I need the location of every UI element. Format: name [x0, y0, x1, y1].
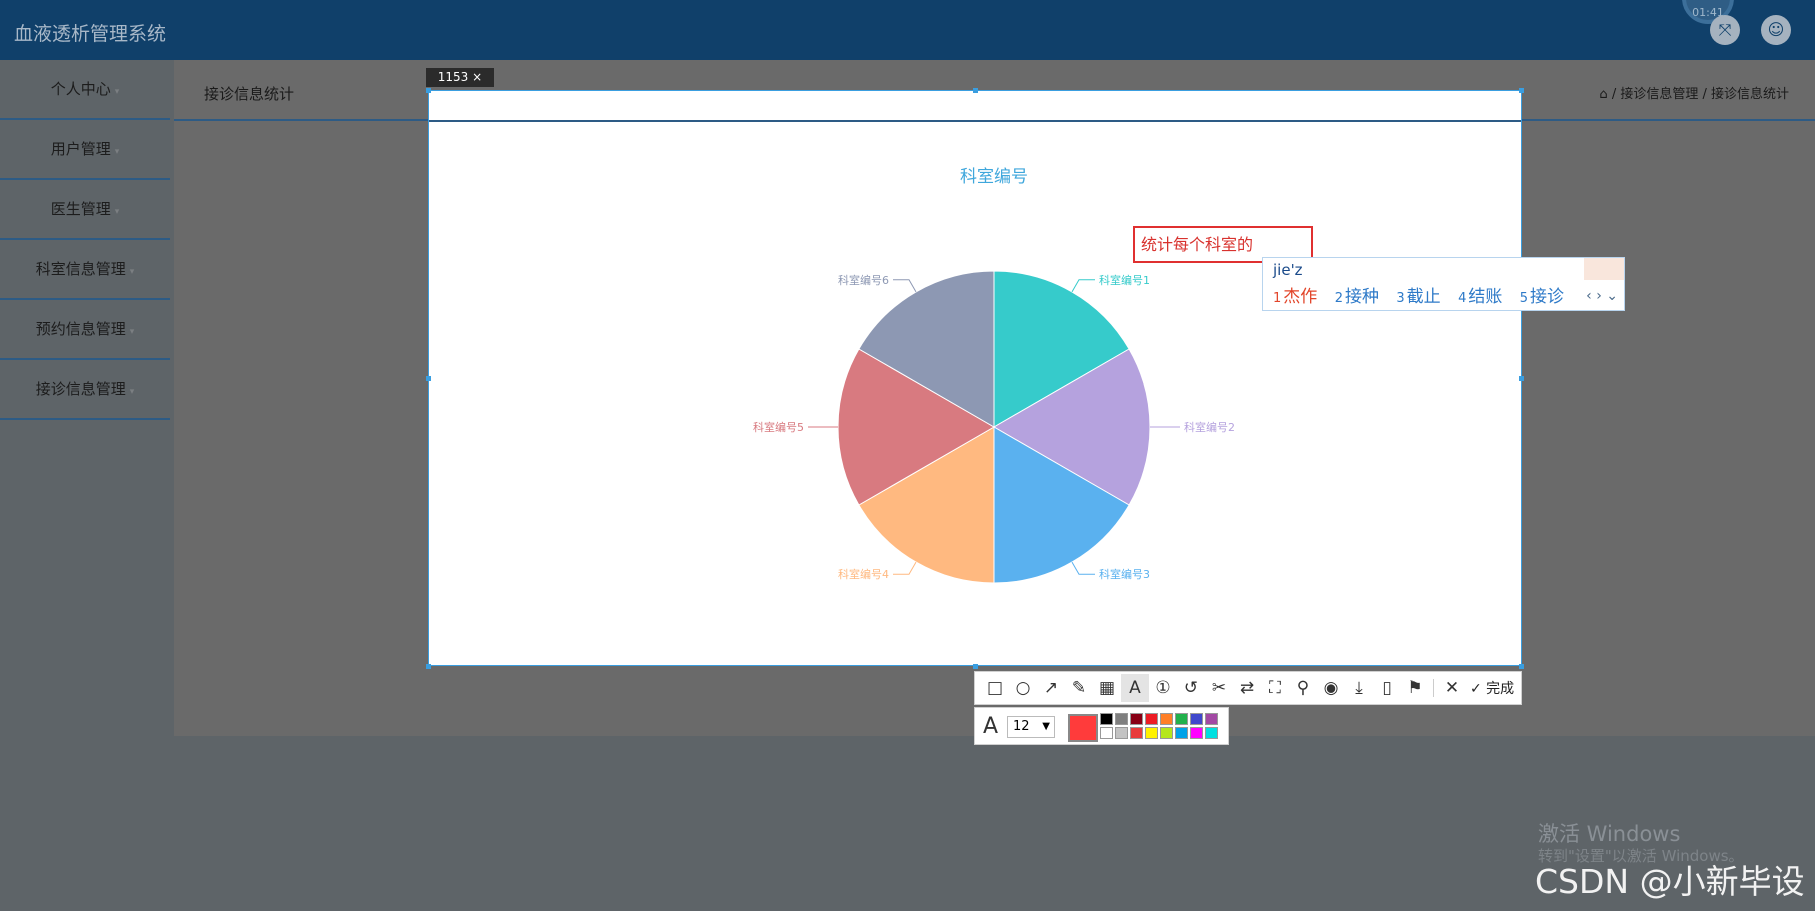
csdn-watermark: CSDN @小新毕设 — [1535, 862, 1805, 901]
breadcrumb-path[interactable]: / 接诊信息管理 / 接诊信息统计 — [1612, 87, 1789, 102]
color-swatch[interactable] — [1205, 713, 1218, 725]
color-swatch[interactable] — [1175, 713, 1188, 725]
pin-icon[interactable]: ⚲ — [1289, 674, 1317, 702]
sidebar-item-appointment-management[interactable]: 预约信息管理 ▾ — [0, 300, 170, 360]
resize-handle[interactable] — [426, 376, 431, 381]
chevron-down-icon: ▼ — [1042, 721, 1050, 732]
font-size-select[interactable]: 12 ▼ — [1007, 716, 1055, 738]
breadcrumb: ⌂ / 接诊信息管理 / 接诊信息统计 — [1599, 83, 1789, 102]
chart-title: 科室编号 — [960, 167, 1028, 187]
current-color-swatch[interactable] — [1068, 714, 1098, 742]
resize-handle[interactable] — [1519, 88, 1524, 93]
color-swatch[interactable] — [1100, 713, 1113, 725]
scissors-icon[interactable]: ✂ — [1205, 674, 1233, 702]
resize-handle[interactable] — [1519, 376, 1524, 381]
pie-label-line — [1071, 279, 1095, 293]
ime-pinyin-input: jie'z — [1273, 261, 1303, 279]
resize-handle[interactable] — [426, 664, 431, 669]
undo-icon[interactable]: ↺ — [1177, 674, 1205, 702]
ime-candidate[interactable]: 2 接种 — [1335, 287, 1379, 307]
pie-slice-label: 科室编号6 — [838, 273, 889, 287]
chevron-down-icon: ▾ — [129, 327, 135, 337]
color-swatch[interactable] — [1115, 727, 1128, 739]
color-swatch[interactable] — [1175, 727, 1188, 739]
top-header: 血液透析管理系统 01:41 ⤧ ☺ — [0, 0, 1815, 60]
pie-chart: 科室编号 科室编号1 科室编号2 科室编号3 科室编号4 科室编号5 科室编号6 — [753, 167, 1235, 584]
chevron-down-icon: ▾ — [114, 147, 120, 157]
sidebar: 个人中心 ▾ 用户管理 ▾ 医生管理 ▾ 科室信息管理 ▾ 预约信息管理 ▾ 接诊信息管理… — [0, 60, 170, 420]
number-marker-icon[interactable]: ① — [1149, 674, 1177, 702]
long-screenshot-icon[interactable]: ⛶ — [1261, 674, 1289, 702]
text-style-toolbar: A 12 ▼ — [974, 707, 1229, 745]
windows-activation-watermark: 激活 Windows — [1538, 822, 1681, 846]
bookmark-icon[interactable]: ⚑ — [1401, 674, 1429, 702]
ime-candidate-window: jie'z 1 杰作 2 接种 3 截止 4 结账 5 接诊 ‹ › ⌄ — [1262, 257, 1625, 311]
app-title: 血液透析管理系统 — [14, 23, 167, 45]
ime-candidate[interactable]: 4 结账 — [1458, 287, 1502, 307]
arrow-icon[interactable]: ↗ — [1037, 674, 1065, 702]
ime-candidate[interactable]: 3 截止 — [1396, 287, 1440, 307]
color-swatch[interactable] — [1160, 727, 1173, 739]
pie-label-line — [1071, 561, 1095, 575]
sidebar-item-department-management[interactable]: 科室信息管理 ▾ — [0, 240, 170, 300]
close-icon[interactable]: ✕ — [1438, 674, 1466, 702]
text-icon[interactable]: A — [1121, 674, 1149, 702]
color-swatch[interactable] — [1130, 713, 1143, 725]
resize-handle[interactable] — [973, 88, 978, 93]
color-swatch[interactable] — [1190, 727, 1203, 739]
pie-slice-label: 科室编号4 — [838, 567, 889, 581]
pie-label-line — [893, 561, 917, 575]
sidebar-item-reception-management[interactable]: 接诊信息管理 ▾ — [0, 360, 170, 420]
color-swatch[interactable] — [1145, 713, 1158, 725]
resize-handle[interactable] — [1519, 664, 1524, 669]
record-icon[interactable]: ◉ — [1317, 674, 1345, 702]
phone-icon[interactable]: ▯ — [1373, 674, 1401, 702]
pie-slice-label: 科室编号2 — [1184, 420, 1235, 434]
color-swatch[interactable] — [1100, 727, 1113, 739]
chevron-down-icon: ▾ — [114, 87, 120, 97]
pie-slice-label: 科室编号3 — [1099, 567, 1150, 581]
translate-icon[interactable]: ⇄ — [1233, 674, 1261, 702]
sidebar-item-doctor-management[interactable]: 医生管理 ▾ — [0, 180, 170, 240]
ellipse-icon[interactable]: ○ — [1009, 674, 1037, 702]
pie-label-line — [893, 279, 917, 293]
ime-skin-decoration — [1584, 258, 1624, 280]
rectangle-icon[interactable]: □ — [981, 674, 1009, 702]
ime-candidate-list: 1 杰作 2 接种 3 截止 4 结账 5 接诊 — [1273, 282, 1576, 307]
color-swatch[interactable] — [1190, 713, 1203, 725]
toolbar-divider — [1433, 679, 1434, 697]
mosaic-icon[interactable]: ▦ — [1093, 674, 1121, 702]
home-icon[interactable]: ⌂ — [1599, 87, 1607, 102]
shrink-arrows-icon[interactable]: ⤧ — [1710, 15, 1740, 45]
ime-candidate[interactable]: 5 接诊 — [1520, 287, 1564, 307]
color-palette — [1100, 713, 1219, 740]
annotation-toolbar: □ ○ ↗ ✎ ▦ A ① ↺ ✂ ⇄ ⛶ ⚲ ◉ ⤓ ▯ ⚑ ✕ ✓ 完成 — [974, 671, 1522, 705]
ime-candidate[interactable]: 1 杰作 — [1273, 287, 1317, 307]
color-swatch[interactable] — [1160, 713, 1173, 725]
done-button[interactable]: ✓ 完成 — [1470, 678, 1514, 698]
chevron-down-icon: ▾ — [114, 207, 120, 217]
download-icon[interactable]: ⤓ — [1345, 674, 1373, 702]
sidebar-item-personal-center[interactable]: 个人中心 ▾ — [0, 60, 170, 120]
capture-region[interactable]: 科室编号 科室编号1 科室编号2 科室编号3 科室编号4 科室编号5 科室编号6 统计每个… — [428, 90, 1522, 666]
pie-slice-label: 科室编号5 — [753, 420, 804, 434]
resize-handle[interactable] — [426, 88, 431, 93]
chevron-down-icon: ▾ — [129, 387, 135, 397]
ime-page-nav-icon[interactable]: ‹ › ⌄ — [1586, 288, 1618, 304]
color-swatch[interactable] — [1130, 727, 1143, 739]
font-icon: A — [983, 714, 999, 739]
pie-slice-label: 科室编号1 — [1099, 273, 1150, 287]
resize-handle[interactable] — [973, 664, 978, 669]
page-title: 接诊信息统计 — [204, 85, 295, 103]
chevron-down-icon: ▾ — [129, 267, 135, 277]
color-swatch[interactable] — [1205, 727, 1218, 739]
capture-size-label: 1153 × 606 — [426, 68, 494, 103]
color-swatch[interactable] — [1145, 727, 1158, 739]
sidebar-item-user-management[interactable]: 用户管理 ▾ — [0, 120, 170, 180]
user-avatar-icon[interactable]: ☺ — [1761, 15, 1791, 45]
pencil-icon[interactable]: ✎ — [1065, 674, 1093, 702]
color-swatch[interactable] — [1115, 713, 1128, 725]
